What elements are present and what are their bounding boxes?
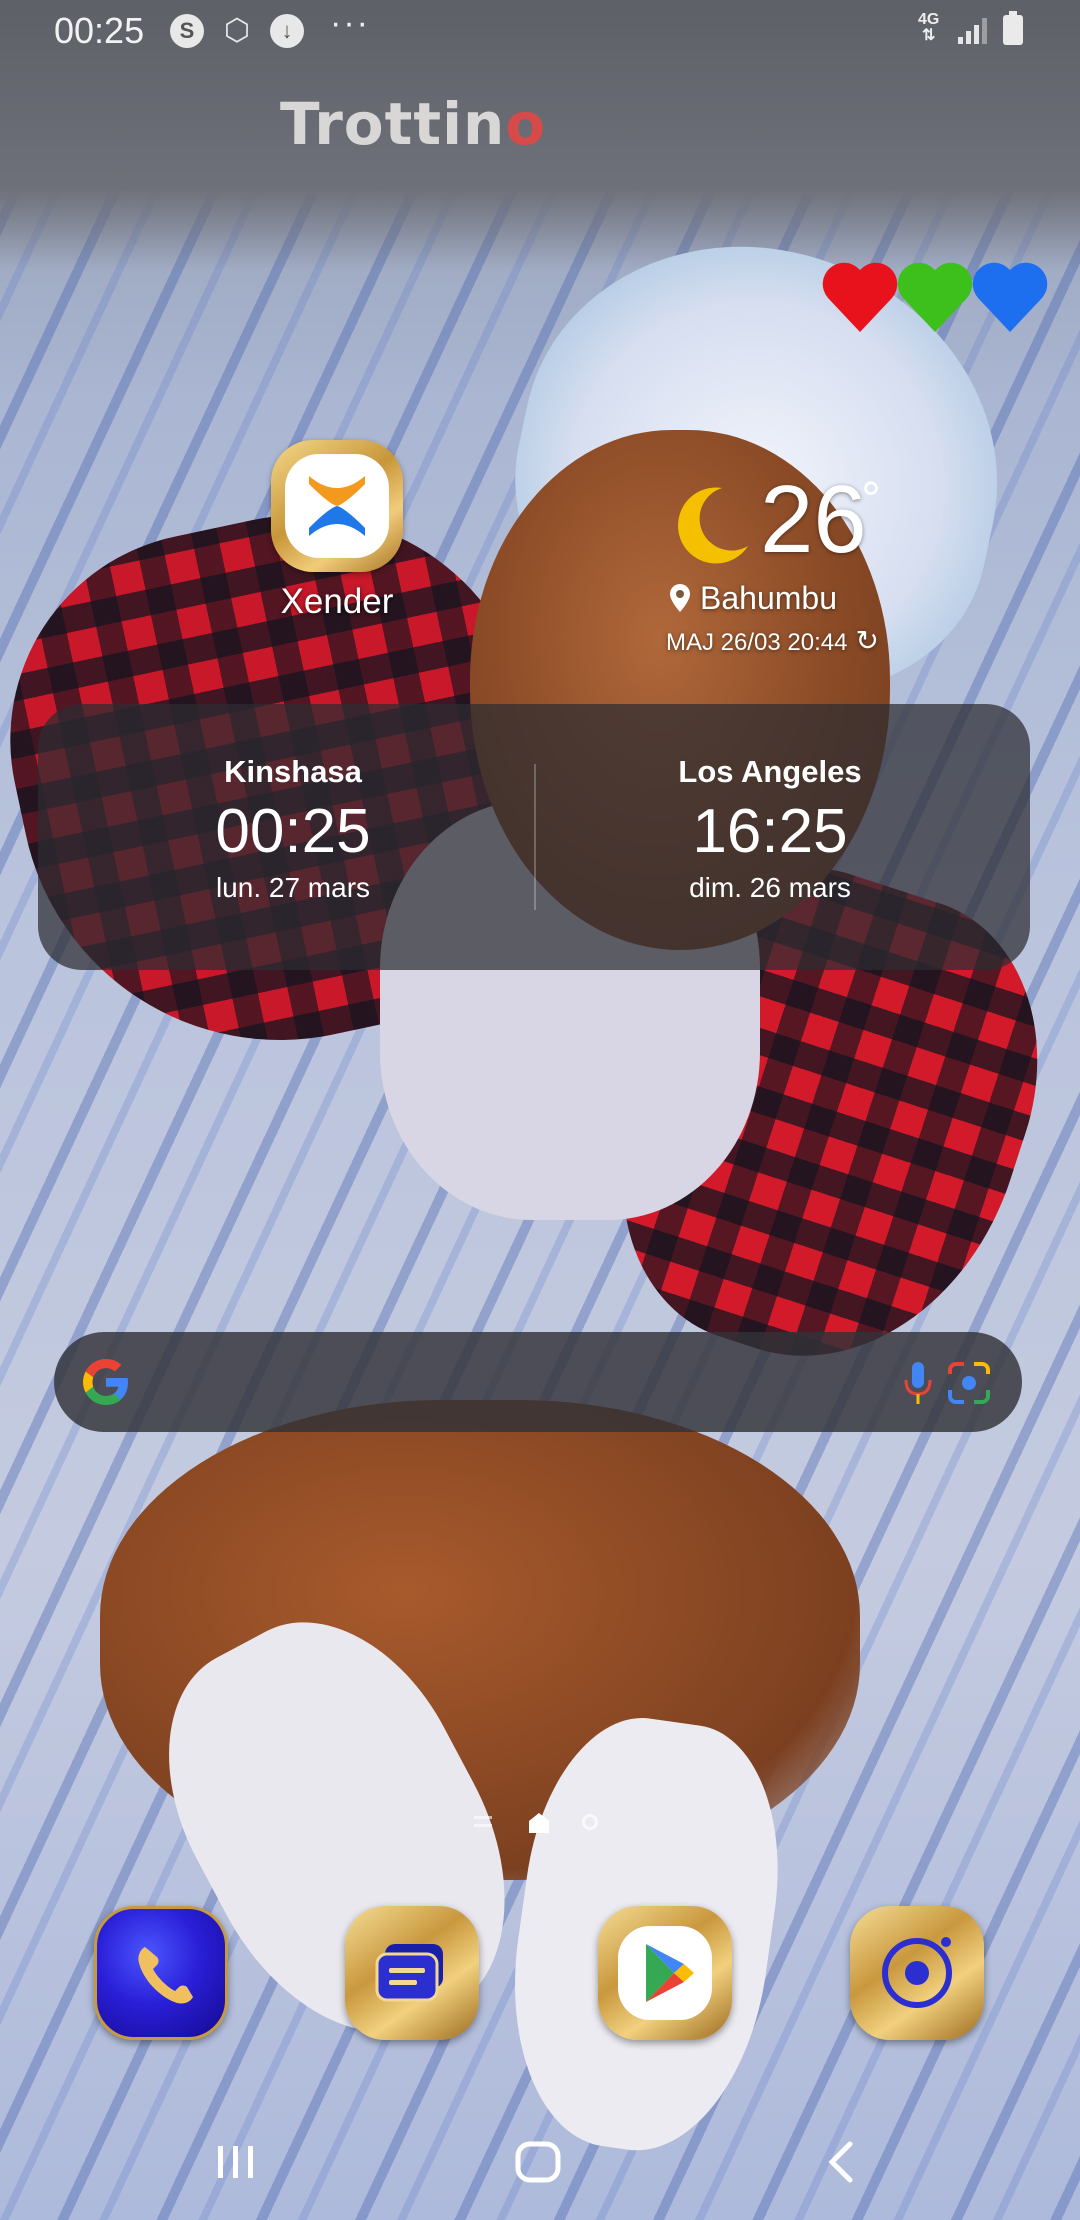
clock-date: lun. 27 mars: [215, 872, 371, 903]
home-page-icon: [529, 1813, 549, 1833]
clock-city: Los Angeles: [678, 754, 862, 789]
weather-degree: °: [860, 474, 882, 525]
lens-icon[interactable]: [942, 1358, 996, 1408]
dual-clock-widget[interactable]: Kinshasa 00:25 lun. 27 mars Los Angeles …: [38, 704, 1030, 970]
status-bar[interactable]: 00:25 S ⬡ ↓ ··· 4G ⇅: [0, 0, 1080, 64]
google-g-icon: [83, 1359, 128, 1405]
mic-icon[interactable]: [900, 1358, 936, 1408]
download-icon: ↓: [270, 14, 304, 48]
page-indicator[interactable]: [470, 1808, 610, 1838]
app-xender[interactable]: Xender: [262, 440, 412, 622]
clock-city: Kinshasa: [224, 754, 362, 789]
more-notifications-icon: ···: [330, 4, 370, 42]
weather-location: Bahumbu: [668, 580, 837, 617]
navigation-bar: [0, 2110, 1080, 2210]
xender-icon: [271, 440, 403, 572]
feed-page-icon: [474, 1816, 492, 1830]
signal-strength-icon: [958, 16, 988, 44]
dock-app-messages[interactable]: [345, 1906, 479, 2040]
recents-button[interactable]: [206, 2132, 266, 2192]
wallpaper-brand-text: Trottino: [280, 90, 547, 158]
location-pin-icon: [670, 584, 690, 612]
dock-app-play-store[interactable]: [598, 1906, 732, 2040]
google-search-bar[interactable]: [54, 1332, 1022, 1432]
samsung-s-icon: S: [170, 14, 204, 48]
weather-location-label: Bahumbu: [700, 580, 837, 616]
clock-kinshasa: Kinshasa 00:25 lun. 27 mars: [53, 704, 533, 970]
battery-icon: [1003, 11, 1023, 45]
dock-app-phone[interactable]: [94, 1906, 228, 2040]
dock-app-camera[interactable]: [850, 1906, 984, 2040]
refresh-icon[interactable]: ↻: [855, 624, 878, 657]
home-screen: Trottino 00:25 S ⬡ ↓ ··· 4G ⇅ Xender 26 …: [0, 0, 1080, 2220]
clock-time: 00:25: [215, 797, 371, 866]
dock: [0, 1906, 1080, 2046]
clock-date: dim. 26 mars: [689, 872, 851, 903]
wallpaper-hearts-icon: [820, 250, 1050, 353]
moon-icon: [677, 487, 748, 564]
camera-icon: [882, 1937, 952, 2008]
weather-updated: MAJ 26/03 20:44 ↻: [666, 624, 879, 657]
app-label: Xender: [280, 582, 394, 621]
page-dot-icon: [582, 1814, 598, 1830]
play-store-icon: [618, 1926, 712, 2020]
phone-icon: [138, 1947, 193, 2004]
weather-updated-label: MAJ 26/03 20:44: [666, 629, 848, 656]
hexagon-app-icon: ⬡: [223, 14, 251, 47]
back-button[interactable]: [812, 2132, 872, 2192]
status-time: 00:25: [54, 10, 145, 51]
wallpaper: Trottino: [0, 0, 1080, 2220]
network-type-icon: 4G ⇅: [918, 11, 940, 44]
messages-icon: [375, 1944, 443, 2002]
home-button[interactable]: [508, 2132, 568, 2192]
clock-los-angeles: Los Angeles 16:25 dim. 26 mars: [530, 704, 1010, 970]
clock-time: 16:25: [692, 797, 848, 866]
weather-temperature: 26: [760, 466, 867, 573]
